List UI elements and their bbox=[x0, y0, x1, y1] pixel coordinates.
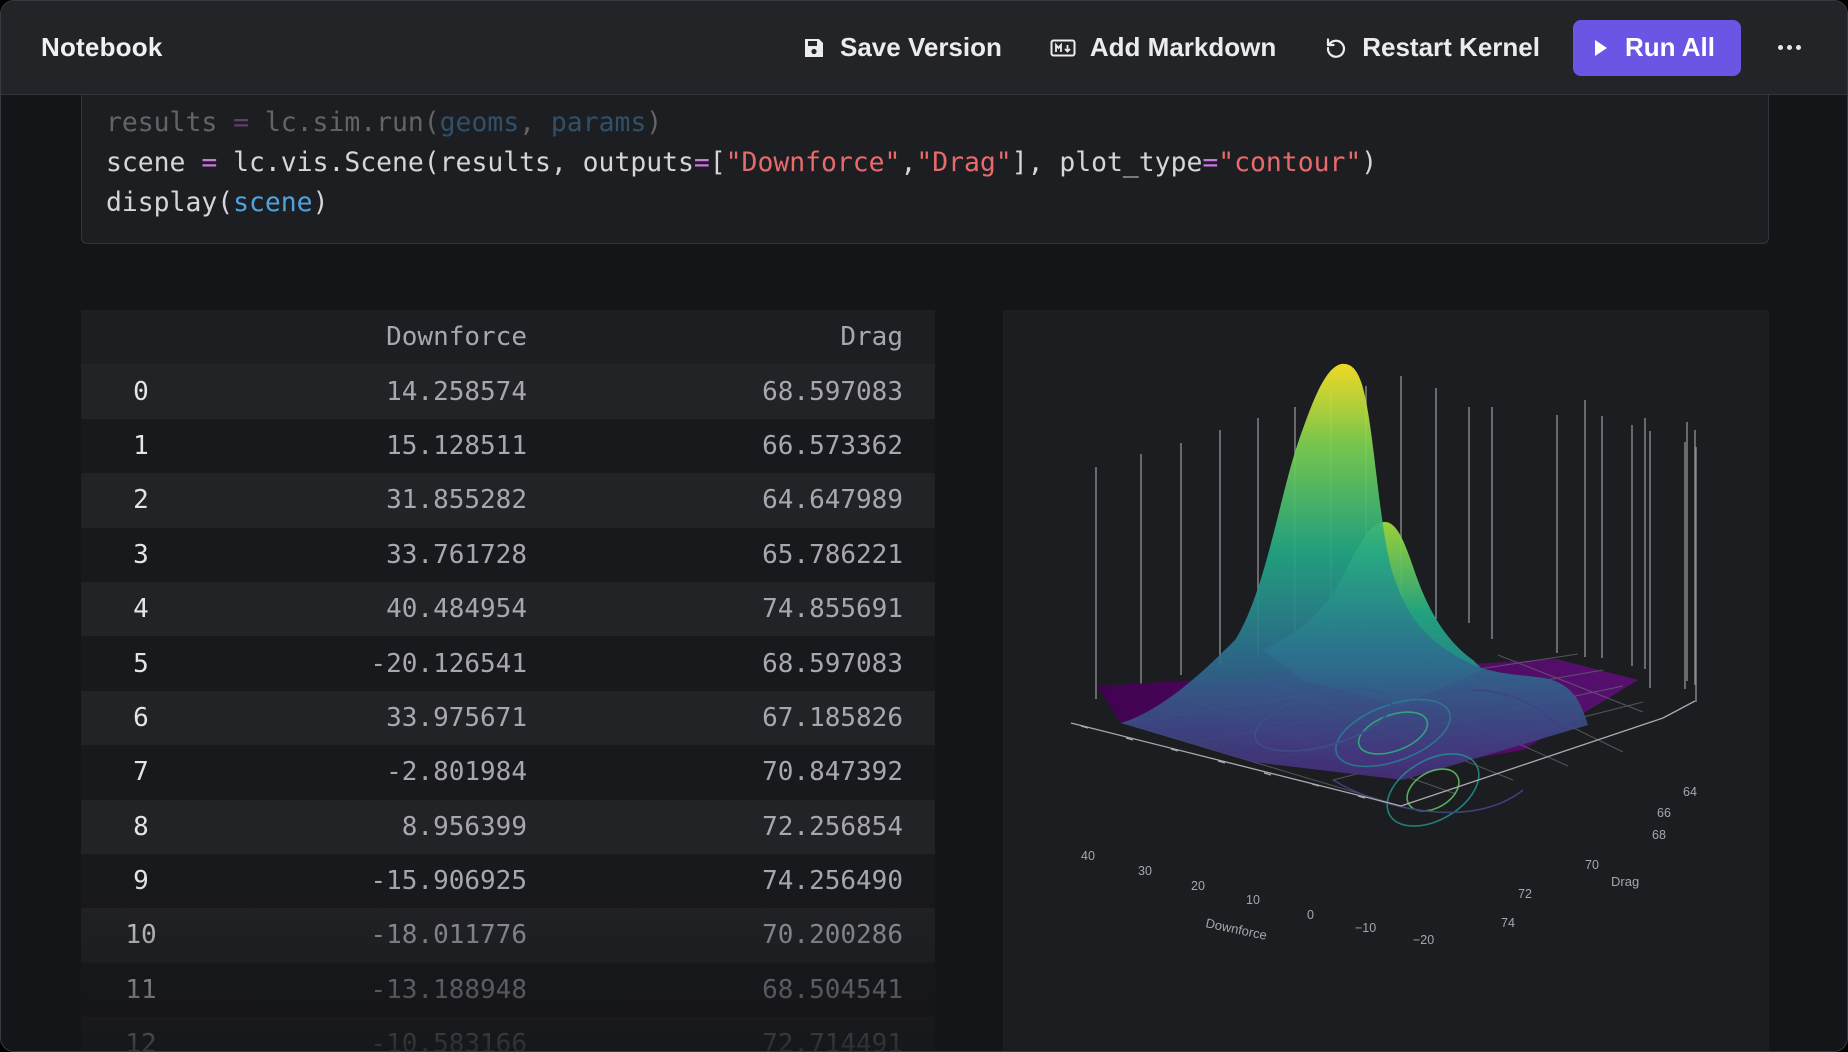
x-tick: 30 bbox=[1138, 864, 1152, 878]
x-tick: −10 bbox=[1355, 921, 1376, 935]
x-tick: −20 bbox=[1413, 933, 1434, 947]
table-row: 12 -10.583166 72.714491 bbox=[81, 1017, 935, 1052]
more-icon[interactable] bbox=[1771, 45, 1807, 50]
app-title: Notebook bbox=[41, 32, 163, 62]
y-tick: 66 bbox=[1657, 806, 1671, 820]
row-index: 6 bbox=[133, 702, 149, 733]
code-line-3: display(scene) bbox=[106, 187, 329, 218]
x-tick: 40 bbox=[1081, 849, 1095, 863]
downforce-cell: 33.761728 bbox=[386, 539, 527, 570]
drag-cell: 72.714491 bbox=[762, 1029, 903, 1052]
downforce-cell: -18.011776 bbox=[370, 920, 527, 951]
drag-cell: 67.185826 bbox=[762, 702, 903, 733]
row-index: 0 bbox=[133, 376, 149, 407]
row-index: 11 bbox=[125, 974, 157, 1005]
row-index: 4 bbox=[133, 594, 149, 625]
add-markdown-label: Add Markdown bbox=[1089, 32, 1277, 62]
y-axis-label: Drag bbox=[1611, 874, 1639, 889]
restart-icon bbox=[1327, 37, 1346, 58]
code-line-1: results = lc.sim.run(geoms, params) bbox=[106, 107, 663, 138]
restart-kernel-button[interactable]: Restart Kernel bbox=[1324, 32, 1540, 63]
play-icon bbox=[1594, 39, 1607, 56]
table-row: 8 8.956399 72.256854 bbox=[81, 799, 935, 854]
drag-cell: 68.597083 bbox=[762, 376, 903, 407]
y-tick: 68 bbox=[1652, 828, 1666, 842]
save-version-label: Save Version bbox=[840, 32, 1002, 62]
x-tick: 10 bbox=[1246, 893, 1260, 907]
table-row: 7 -2.801984 70.847392 bbox=[81, 745, 935, 800]
table-row: 6 33.975671 67.185826 bbox=[81, 690, 935, 746]
y-tick: 70 bbox=[1585, 858, 1599, 872]
table-row: 1 15.128511 66.573362 bbox=[81, 418, 935, 474]
drag-cell: 70.200286 bbox=[762, 920, 903, 951]
downforce-cell: 15.128511 bbox=[386, 430, 527, 461]
run-all-label: Run All bbox=[1624, 32, 1715, 62]
row-index: 7 bbox=[133, 757, 149, 788]
x-axis-label: Downforce bbox=[1204, 915, 1268, 943]
save-icon bbox=[805, 38, 823, 57]
downforce-cell: 31.855282 bbox=[386, 485, 527, 516]
x-tick: 20 bbox=[1191, 879, 1205, 893]
run-all-button[interactable]: Run All bbox=[1572, 19, 1741, 76]
results-table: Downforce Drag 0 14.258574 68.597083 1 15.1… bbox=[81, 310, 935, 1052]
drag-header: Drag bbox=[840, 322, 903, 353]
code-cell[interactable]: results = lc.sim.run(geoms, params) scen… bbox=[81, 81, 1769, 244]
toolbar-actions: Save Version Add Markdown Restart Kernel bbox=[754, 1, 1807, 94]
x-tick: 0 bbox=[1307, 908, 1314, 922]
downforce-cell: -10.583166 bbox=[370, 1029, 527, 1052]
table-header: Downforce Drag bbox=[81, 310, 935, 365]
drag-cell: 64.647989 bbox=[762, 485, 903, 516]
y-tick: 64 bbox=[1683, 785, 1697, 799]
table-row: 4 40.484954 74.855691 bbox=[81, 581, 935, 637]
top-toolbar: Notebook Save Version Add Markdown Resta… bbox=[1, 1, 1847, 95]
y-tick-labels: 64 66 68 70 72 74 bbox=[1501, 785, 1697, 930]
downforce-header: Downforce bbox=[386, 322, 527, 353]
row-index: 2 bbox=[133, 485, 149, 516]
notebook-window: Notebook Save Version Add Markdown Resta… bbox=[0, 0, 1848, 1052]
downforce-cell: -20.126541 bbox=[370, 648, 527, 679]
row-index: 12 bbox=[125, 1029, 157, 1052]
table-row: 9 -15.906925 74.256490 bbox=[81, 853, 935, 909]
table-row: 5 -20.126541 68.597083 bbox=[81, 636, 935, 691]
y-tick: 74 bbox=[1501, 916, 1515, 930]
downforce-cell: 33.975671 bbox=[386, 702, 527, 733]
downforce-cell: -15.906925 bbox=[370, 866, 527, 897]
save-version-button[interactable]: Save Version bbox=[802, 32, 1002, 63]
downforce-cell: -2.801984 bbox=[386, 757, 527, 788]
row-index: 8 bbox=[133, 811, 149, 842]
drag-cell: 66.573362 bbox=[762, 430, 903, 461]
table-row: 3 33.761728 65.786221 bbox=[81, 527, 935, 582]
row-index: 3 bbox=[133, 539, 149, 570]
drag-cell: 72.256854 bbox=[762, 811, 903, 842]
drag-cell: 68.504541 bbox=[762, 974, 903, 1005]
restart-kernel-label: Restart Kernel bbox=[1362, 32, 1540, 62]
surface-plot-svg: 40 30 20 10 0 −10 −20 Downforce 64 66 68… bbox=[1070, 363, 1697, 947]
table-row: 10 -18.011776 70.200286 bbox=[81, 908, 935, 963]
row-index: 5 bbox=[133, 648, 149, 679]
drag-cell: 65.786221 bbox=[762, 539, 903, 570]
table-row: 11 -13.188948 68.504541 bbox=[81, 962, 935, 1018]
drag-cell: 74.256490 bbox=[762, 866, 903, 897]
drag-cell: 74.855691 bbox=[762, 594, 903, 625]
downforce-cell: 8.956399 bbox=[401, 811, 527, 842]
table-row: 2 31.855282 64.647989 bbox=[81, 473, 935, 528]
drag-cell: 68.597083 bbox=[762, 648, 903, 679]
surface-plot[interactable]: 40 30 20 10 0 −10 −20 Downforce 64 66 68… bbox=[1003, 310, 1769, 1051]
row-index: 9 bbox=[133, 866, 149, 897]
row-index: 10 bbox=[125, 920, 157, 951]
table-row: 0 14.258574 68.597083 bbox=[81, 364, 935, 419]
downforce-cell: 40.484954 bbox=[386, 594, 527, 625]
add-markdown-button[interactable]: Add Markdown bbox=[1050, 32, 1276, 63]
downforce-cell: 14.258574 bbox=[386, 376, 527, 407]
downforce-cell: -13.188948 bbox=[370, 974, 527, 1005]
code-line-2: scene = lc.vis.Scene(results, outputs=["… bbox=[106, 147, 1378, 178]
row-index: 1 bbox=[133, 430, 149, 461]
markdown-icon bbox=[1050, 39, 1076, 56]
y-tick: 72 bbox=[1518, 887, 1532, 901]
drag-cell: 70.847392 bbox=[762, 757, 903, 788]
